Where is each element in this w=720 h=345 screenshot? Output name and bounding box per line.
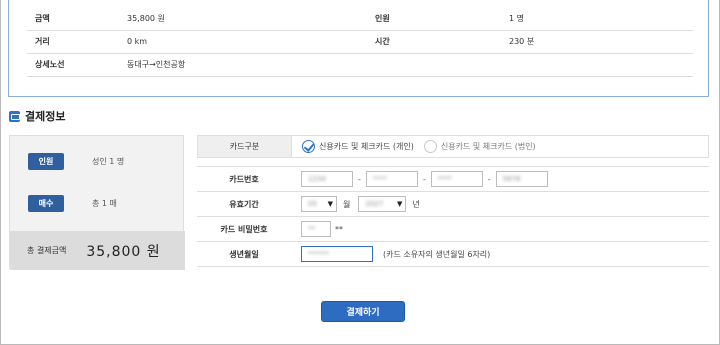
- value-distance: 0 km: [119, 30, 351, 54]
- label-time: 시간: [351, 30, 501, 54]
- value-route: 동대구→인천공항: [119, 53, 693, 77]
- card-type-label: 카드구분: [198, 136, 292, 157]
- total-value: 35,800 원: [86, 243, 161, 260]
- value-time: 230 분: [501, 30, 693, 54]
- people-value: 성인 1 명: [92, 157, 125, 166]
- label-distance: 거리: [27, 30, 119, 54]
- chevron-down-icon: ▼: [396, 200, 403, 208]
- count-value: 총 1 매: [92, 199, 117, 208]
- card-number-field-1[interactable]: 1234: [301, 171, 353, 187]
- trip-info-table: 금액 35,800 원 인원 1 명 거리 0 km 시간 230 분 상세노선…: [27, 7, 693, 77]
- birth-label: 생년월일: [197, 248, 291, 260]
- table-row: 거리 0 km 시간 230 분: [27, 30, 693, 54]
- birth-row: 생년월일 ****** (카드 소유자의 생년월일 6자리): [197, 242, 709, 267]
- card-number-label: 카드번호: [197, 173, 291, 185]
- card-number-field-2[interactable]: ****: [365, 171, 418, 187]
- card-number-field-4[interactable]: 5678: [495, 171, 548, 187]
- chevron-down-icon: ▼: [327, 200, 333, 208]
- birth-note: (카드 소유자의 생년월일 6자리): [383, 249, 491, 259]
- trip-info-box: 금액 35,800 원 인원 1 명 거리 0 km 시간 230 분 상세노선…: [8, 0, 709, 97]
- table-row: 금액 35,800 원 인원 1 명: [27, 7, 693, 31]
- label-amount: 금액: [27, 7, 119, 31]
- card-type-row: 카드구분 신용카드 및 체크카드 (개인) 신용카드 및 체크카드 (법인): [197, 135, 709, 158]
- password-label: 카드 비밀번호: [197, 223, 291, 235]
- summary-total-row: 총 결제금액 35,800 원: [10, 231, 185, 270]
- card-number-row: 카드번호 1234 - **** - **** - 5678: [197, 167, 709, 192]
- card-number-field-3[interactable]: ****: [430, 171, 483, 187]
- card-type-corporate-label[interactable]: 신용카드 및 체크카드 (법인): [441, 141, 536, 152]
- value-amount: 35,800 원: [119, 7, 351, 31]
- expiry-year-select[interactable]: 2027 ▼: [358, 196, 407, 212]
- password-field[interactable]: **: [301, 221, 331, 237]
- card-type-personal-label[interactable]: 신용카드 및 체크카드 (개인): [319, 141, 414, 152]
- payment-form: 카드구분 신용카드 및 체크카드 (개인) 신용카드 및 체크카드 (법인) 카…: [197, 135, 709, 267]
- card-type-corporate-radio[interactable]: 신용카드 및 체크카드 (법인): [423, 140, 536, 153]
- payment-card-icon: [9, 110, 20, 122]
- table-row: 상세노선 동대구→인천공항: [27, 53, 693, 77]
- expiry-row: 유효기간 05 ▼ 월 2027 ▼ 년: [197, 192, 709, 217]
- total-label: 총 결제금액: [27, 246, 67, 255]
- label-route: 상세노선: [27, 53, 119, 77]
- label-people: 인원: [351, 7, 501, 31]
- payment-summary: 인원 성인 1 명 매수 총 1 매 총 결제금액 35,800 원: [9, 135, 185, 270]
- card-type-personal-radio[interactable]: 신용카드 및 체크카드 (개인): [302, 140, 414, 153]
- password-suffix: **: [335, 224, 343, 234]
- birth-field[interactable]: ******: [301, 246, 373, 262]
- pay-button[interactable]: 결제하기: [321, 301, 405, 322]
- radio-unchecked-icon[interactable]: [423, 140, 437, 153]
- month-unit: 월: [343, 199, 351, 209]
- summary-count-row: 매수 총 1 매: [10, 195, 185, 212]
- value-people: 1 명: [501, 7, 693, 31]
- password-row: 카드 비밀번호 ** **: [197, 217, 709, 242]
- radio-checked-icon[interactable]: [302, 140, 315, 153]
- expiry-label: 유효기간: [197, 198, 291, 210]
- section-title-text: 결제정보: [25, 110, 66, 123]
- count-badge: 매수: [28, 195, 64, 212]
- expiry-month-select[interactable]: 05 ▼: [301, 196, 337, 212]
- payment-section-title: 결제정보: [9, 108, 65, 124]
- year-unit: 년: [412, 199, 420, 209]
- summary-people-row: 인원 성인 1 명: [10, 153, 185, 170]
- people-badge: 인원: [28, 153, 64, 170]
